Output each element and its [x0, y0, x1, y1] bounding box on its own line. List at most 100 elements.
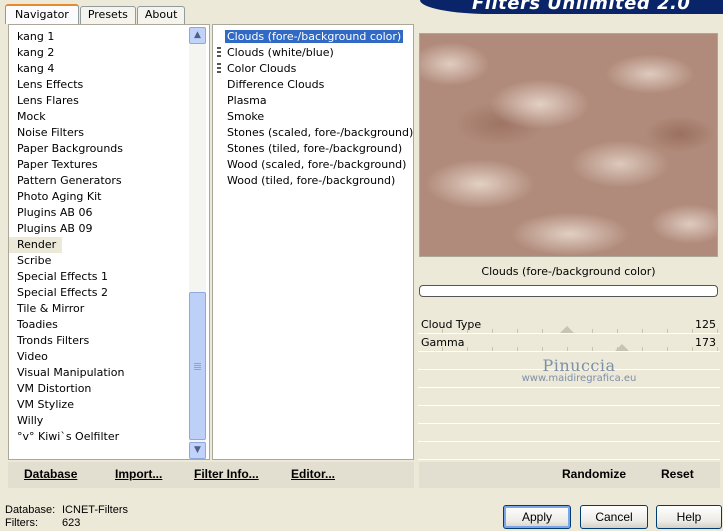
param-gamma[interactable]: Gamma 173 — [418, 334, 720, 352]
scrollbar-thumb[interactable] — [189, 292, 206, 440]
randomize-button[interactable]: Randomize — [562, 467, 626, 481]
filter-label: Clouds (fore-/background color) — [225, 30, 404, 43]
category-item[interactable]: Video — [9, 349, 124, 365]
grip-icon — [194, 363, 201, 371]
database-value: ICNET-Filters — [62, 504, 128, 516]
category-label: Video — [17, 350, 48, 363]
tab-presets[interactable]: Presets — [79, 6, 136, 24]
filters-label: Filters: — [5, 517, 38, 529]
watermark: Pinuccia www.maidiregrafica.eu — [514, 356, 644, 384]
filter-info-button[interactable]: Filter Info... — [194, 467, 259, 481]
editor-button[interactable]: Editor... — [291, 467, 335, 481]
param-empty — [418, 442, 720, 460]
category-label: Render — [9, 237, 63, 253]
category-item[interactable]: Paper Textures — [9, 157, 124, 173]
category-label: Willy — [17, 414, 44, 427]
category-item[interactable]: Render — [9, 237, 124, 253]
filter-label: Color Clouds — [227, 62, 297, 75]
category-item[interactable]: kang 4 — [9, 61, 124, 77]
tab-navigator[interactable]: Navigator — [5, 4, 79, 24]
category-item[interactable]: Tronds Filters — [9, 333, 124, 349]
category-item[interactable]: Visual Manipulation — [9, 365, 124, 381]
preview-image — [419, 33, 718, 257]
cancel-button[interactable]: Cancel — [580, 505, 648, 529]
category-item[interactable]: Tile & Mirror — [9, 301, 124, 317]
slider-marker[interactable] — [615, 344, 630, 351]
category-label: Visual Manipulation — [17, 366, 125, 379]
category-list[interactable]: kang 1 kang 2 kang 4 Lens Effects Lens Flare… — [8, 24, 210, 460]
filter-label: Stones (tiled, fore-/background) — [227, 142, 403, 155]
category-label: kang 2 — [17, 46, 55, 59]
filter-item[interactable]: Wood (tiled, fore-/background) — [213, 173, 415, 189]
watermark-url: www.maidiregrafica.eu — [521, 373, 637, 384]
category-label: Plugins AB 06 — [17, 206, 93, 219]
slider-ticks — [418, 347, 720, 351]
apply-button[interactable]: Apply — [503, 505, 571, 529]
category-item[interactable]: VM Distortion — [9, 381, 124, 397]
status-area: Database: ICNET-Filters Filters: 623 — [5, 504, 128, 530]
filter-label: Wood (scaled, fore-/background) — [227, 158, 407, 171]
category-label: Tile & Mirror — [17, 302, 85, 315]
category-label: Tronds Filters — [17, 334, 90, 347]
category-item[interactable]: Plugins AB 09 — [9, 221, 124, 237]
filter-list[interactable]: Clouds (fore-/background color) Clouds (w… — [212, 24, 414, 460]
filter-label: Wood (tiled, fore-/background) — [227, 174, 396, 187]
filter-label: Stones (scaled, fore-/background) — [227, 126, 414, 139]
category-label: Paper Backgrounds — [17, 142, 124, 155]
param-empty — [418, 406, 720, 424]
filter-item[interactable]: Wood (scaled, fore-/background) — [213, 157, 415, 173]
category-item[interactable]: Lens Flares — [9, 93, 124, 109]
import-button[interactable]: Import... — [115, 467, 162, 481]
category-item[interactable]: Pattern Generators — [9, 173, 124, 189]
param-empty — [418, 424, 720, 442]
param-empty — [418, 388, 720, 406]
parameter-panel: Cloud Type 125 Gamma 173 — [418, 316, 720, 460]
category-item[interactable]: kang 1 — [9, 29, 124, 45]
filter-items: Clouds (fore-/background color) Clouds (w… — [213, 29, 415, 189]
category-item[interactable]: Special Effects 2 — [9, 285, 124, 301]
filter-item[interactable]: Clouds (white/blue) — [213, 45, 415, 61]
category-item[interactable]: Special Effects 1 — [9, 269, 124, 285]
category-item[interactable]: Lens Effects — [9, 77, 124, 93]
category-label: Mock — [17, 110, 46, 123]
category-item[interactable]: Willy — [9, 413, 124, 429]
filter-item[interactable]: Clouds (fore-/background color) — [213, 29, 415, 45]
category-item[interactable]: Toadies — [9, 317, 124, 333]
filter-item[interactable]: Stones (scaled, fore-/background) — [213, 125, 415, 141]
category-item[interactable]: VM Stylize — [9, 397, 124, 413]
category-item[interactable]: Scribe — [9, 253, 124, 269]
filters-count: 623 — [62, 517, 81, 529]
category-item[interactable]: Noise Filters — [9, 125, 124, 141]
category-label: Pattern Generators — [17, 174, 122, 187]
category-label: Photo Aging Kit — [17, 190, 102, 203]
chevron-down-icon[interactable]: ▼ — [189, 442, 206, 459]
category-item[interactable]: Paper Backgrounds — [9, 141, 124, 157]
category-item[interactable]: °v° Kiwi`s Oelfilter — [9, 429, 124, 445]
category-label: Lens Flares — [17, 94, 79, 107]
filter-item[interactable]: Difference Clouds — [213, 77, 415, 93]
filter-label: Difference Clouds — [227, 78, 325, 91]
category-scrollbar[interactable]: ▲ ▼ — [189, 27, 206, 459]
category-item[interactable]: kang 2 — [9, 45, 124, 61]
category-item[interactable]: Mock — [9, 109, 124, 125]
filter-item[interactable]: Plasma — [213, 93, 415, 109]
category-label: °v° Kiwi`s Oelfilter — [17, 430, 120, 443]
help-button[interactable]: Help — [656, 505, 722, 529]
category-label: Special Effects 2 — [17, 286, 109, 299]
category-item[interactable]: Photo Aging Kit — [9, 189, 124, 205]
category-label: kang 4 — [17, 62, 55, 75]
slider-marker[interactable] — [560, 326, 575, 333]
category-label: Lens Effects — [17, 78, 84, 91]
filter-item[interactable]: Color Clouds — [213, 61, 415, 77]
right-toolbar: Randomize Reset — [419, 462, 720, 488]
database-button[interactable]: Database — [24, 467, 77, 481]
category-item[interactable]: Plugins AB 06 — [9, 205, 124, 221]
preset-marker-icon — [217, 47, 221, 59]
tab-about[interactable]: About — [136, 6, 186, 24]
filter-item[interactable]: Stones (tiled, fore-/background) — [213, 141, 415, 157]
filter-item[interactable]: Smoke — [213, 109, 415, 125]
param-cloud-type[interactable]: Cloud Type 125 — [418, 316, 720, 334]
reset-button[interactable]: Reset — [661, 467, 694, 481]
banner-title: Filters Unlimited 2.0 — [472, 0, 691, 14]
chevron-up-icon[interactable]: ▲ — [189, 27, 206, 44]
